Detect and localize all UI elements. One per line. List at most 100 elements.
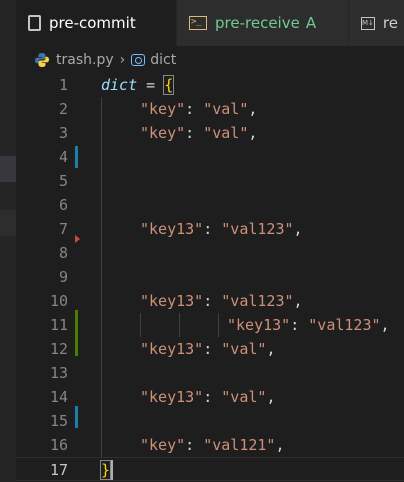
dict-key: "key13" [227,316,291,334]
close-brace: } [99,460,112,480]
assign-operator: = [146,76,156,94]
comma: , [248,100,258,118]
file-icon [28,15,41,31]
line-content: } [99,458,112,482]
line-number: 2 [58,100,68,118]
code-line: 11 "key13": "val123", [16,313,404,337]
markdown-icon: M↓ [361,16,375,30]
code-line: 3 "key": "val", [16,121,404,145]
code-line: 2 "key": "val", [16,97,404,121]
tab-bar: pre-commit >_ pre-receive A M↓ re [16,0,404,46]
chevron-right-icon: › [119,52,126,68]
dict-value: "val" [203,124,249,142]
code-line: 5 [16,169,404,193]
line-number: 4 [58,148,68,166]
code-line: 10 "key13": "val123", [16,289,404,313]
dict-key: "key13" [140,292,204,310]
line-content: "key": "val121", [140,433,285,457]
comma: , [266,388,276,406]
line-number: 17 [49,461,68,479]
colon: : [290,316,300,334]
code-line: 8 [16,241,404,265]
colon: : [203,292,213,310]
comma: , [380,316,390,334]
side-panel-strip [0,0,16,482]
colon: : [203,340,213,358]
colon: : [203,220,213,238]
breadcrumb: trash.py › dict [34,47,176,73]
dict-key: "key" [140,124,186,142]
tab-label: pre-receive [215,14,300,32]
tab-pre-receive[interactable]: >_ pre-receive A [177,0,349,46]
line-number: 1 [58,76,68,94]
comma: , [248,124,258,142]
side-panel-selection[interactable] [0,156,16,182]
code-line: 7 "key13": "val123", [16,217,404,241]
colon: : [185,436,195,454]
editor-window: pre-commit >_ pre-receive A M↓ re trash.… [0,0,404,482]
side-panel-item[interactable] [0,210,16,236]
terminal-icon: >_ [189,16,207,30]
dict-key: "key" [140,100,186,118]
code-line: 6 [16,193,404,217]
line-number: 13 [49,364,68,382]
tab-readme[interactable]: M↓ re [349,0,404,46]
line-content: dict = { [101,73,175,97]
dict-value: "val123" [308,316,381,334]
colon: : [185,100,195,118]
tab-label: pre-commit [49,14,136,32]
line-number: 6 [58,196,68,214]
line-number: 14 [49,388,68,406]
dict-key: "key13" [140,388,204,406]
colon: : [203,388,213,406]
comma: , [293,220,303,238]
dict-value: "val" [221,388,267,406]
tab-label: re [382,14,398,32]
code-editor[interactable]: 1 dict = { 2 "key": "val", 3 "key": "val… [16,73,404,482]
code-line: 15 [16,409,404,433]
line-number: 9 [58,268,68,286]
colon: : [185,124,195,142]
line-content: "key13": "val123", [227,313,390,337]
comma: , [293,292,303,310]
line-content: "key13": "val", [140,337,275,361]
line-number: 12 [49,340,68,358]
code-line: 13 [16,361,404,385]
code-line: 9 [16,265,404,289]
dict-value: "val123" [221,220,294,238]
code-line: 16 "key": "val121", [16,433,404,457]
code-line: 14 "key13": "val", [16,385,404,409]
comma: , [266,340,276,358]
comma: , [275,436,285,454]
open-brace: { [163,75,175,95]
line-number: 15 [49,412,68,430]
line-content: "key13": "val", [140,385,275,409]
variable-symbol-icon [131,54,146,66]
code-line-current: 17 } [16,457,404,481]
line-number: 11 [49,316,68,334]
code-line: 12 "key13": "val", [16,337,404,361]
dict-value: "val" [203,100,249,118]
line-content: "key": "val", [140,121,257,145]
dict-value: "val" [221,340,267,358]
line-number: 5 [58,172,68,190]
text-cursor [111,460,113,480]
line-number: 10 [49,292,68,310]
tab-git-status-badge: A [305,14,317,32]
line-number: 3 [58,124,68,142]
line-content: "key13": "val123", [140,289,303,313]
dict-key: "key13" [140,220,204,238]
tab-pre-commit[interactable]: pre-commit [16,0,177,46]
line-content: "key13": "val123", [140,217,303,241]
dict-key: "key13" [140,340,204,358]
code-line: 1 dict = { [16,73,404,97]
breadcrumb-file[interactable]: trash.py [56,52,114,68]
breadcrumb-symbol[interactable]: dict [150,52,176,68]
python-icon [35,53,49,67]
variable-name: dict [101,76,138,94]
dict-value: "val121" [203,436,276,454]
dict-key: "key" [140,436,186,454]
code-line: 4 [16,145,404,169]
dict-value: "val123" [221,292,294,310]
line-number: 16 [49,436,68,454]
